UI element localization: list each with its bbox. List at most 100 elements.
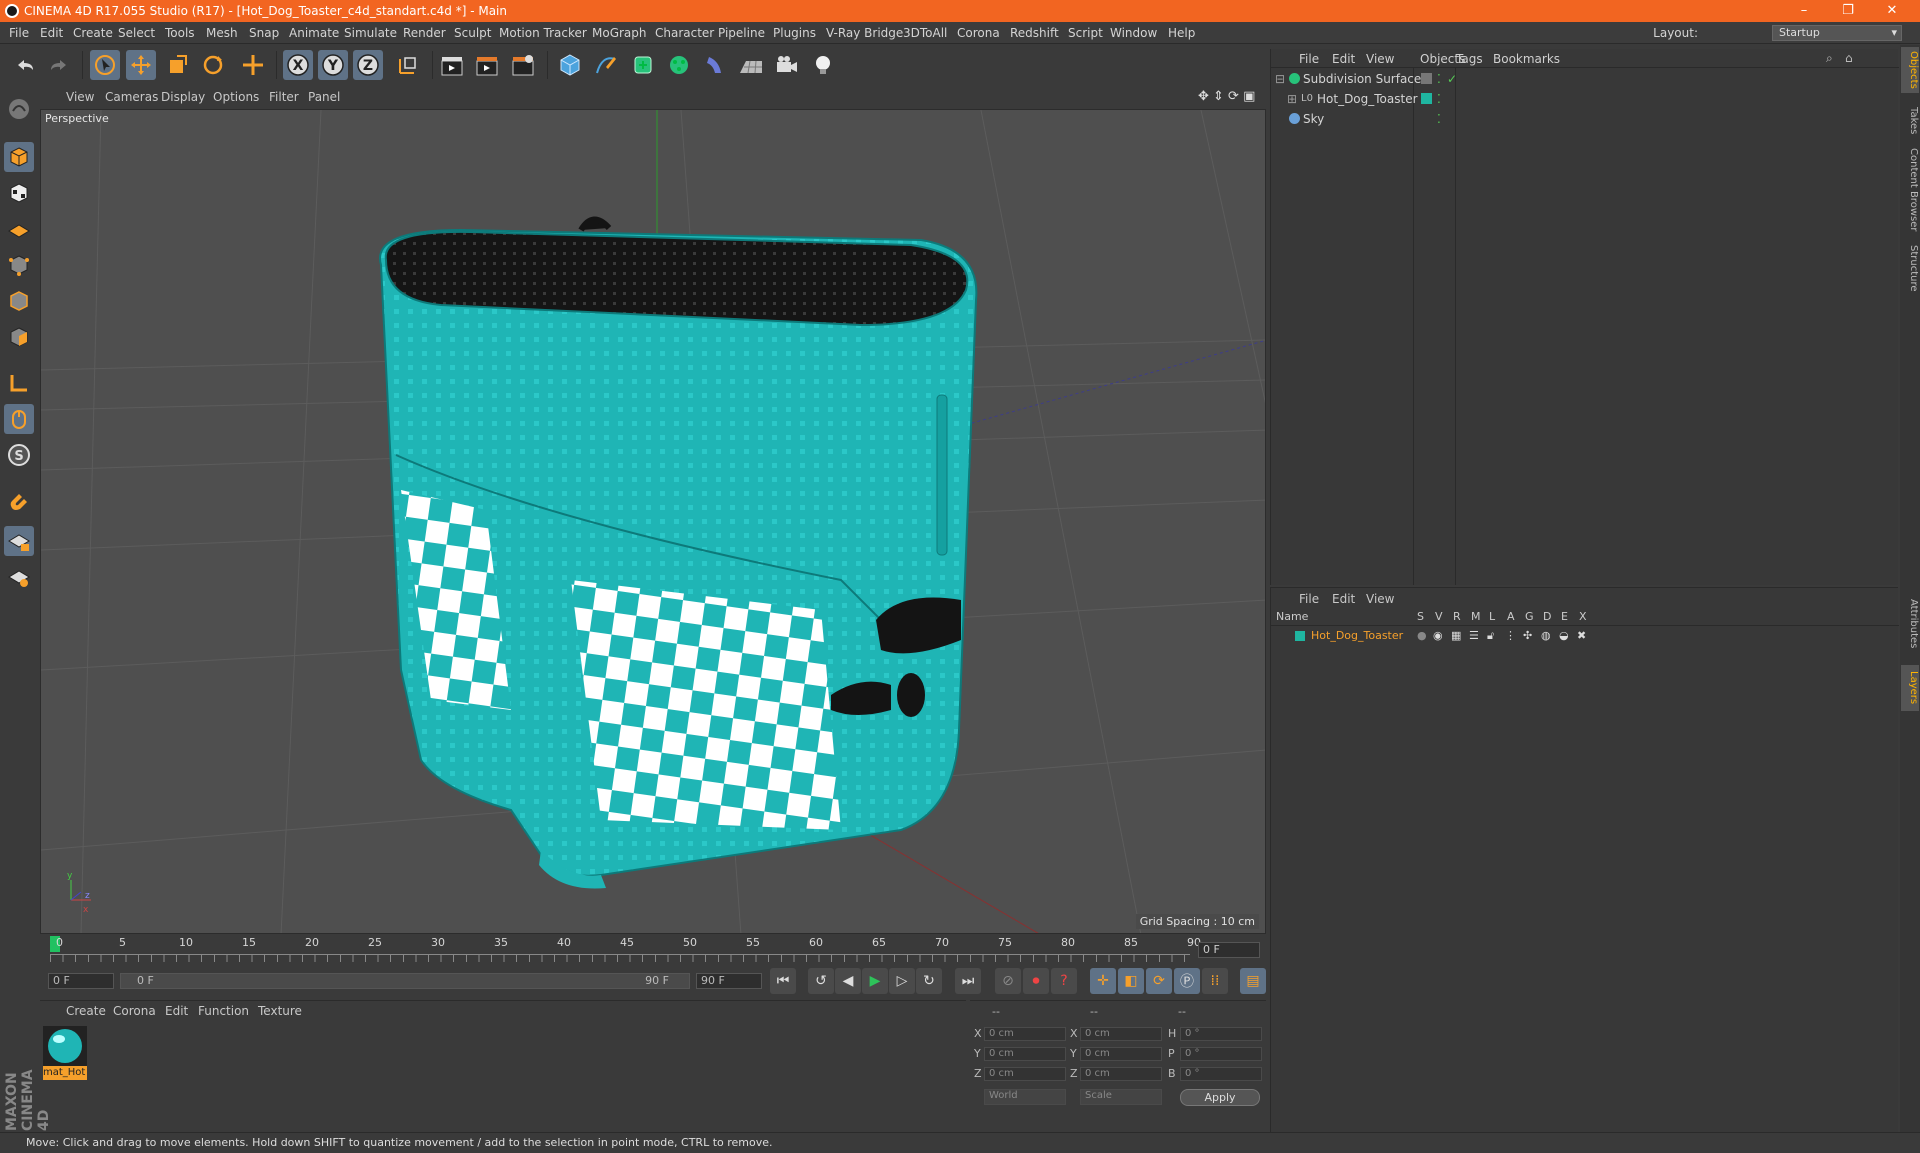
vp-menu-display[interactable]: Display [161, 87, 205, 108]
locked-workplane-button[interactable] [4, 526, 34, 556]
tab-layers[interactable]: Layers [1901, 665, 1919, 711]
menu-character[interactable]: Character [655, 22, 714, 44]
layer-row[interactable]: Hot_Dog_Toaster ● ◉ ▦ ☰ 🔓︎ ⋮ ✣ ◍ ◒ ✖ [1271, 628, 1899, 644]
lock-icon[interactable]: 🔓︎ [1487, 628, 1494, 644]
snapping-button[interactable] [4, 486, 34, 516]
redo-button[interactable] [44, 50, 74, 80]
vp-menu-options[interactable]: Options [213, 87, 259, 108]
col-view[interactable]: V [1435, 610, 1443, 623]
om-menu-file[interactable]: File [1299, 52, 1319, 66]
y-axis-lock[interactable]: Y [318, 50, 348, 80]
menu-tools[interactable]: Tools [165, 22, 195, 44]
home-icon[interactable]: ⌂ [1845, 51, 1853, 65]
frame-ruler[interactable]: 0 5 10 15 20 25 30 35 40 45 50 55 60 65 … [50, 936, 1210, 964]
rot-h-field[interactable]: 0 ° [1180, 1027, 1262, 1041]
rot-b-field[interactable]: 0 ° [1180, 1067, 1262, 1081]
eye-icon[interactable]: ◉ [1433, 628, 1443, 644]
coordinate-system-button[interactable] [393, 50, 423, 80]
om-menu-edit[interactable]: Edit [1332, 52, 1355, 66]
pos-x-field[interactable]: 0 cm [984, 1027, 1066, 1041]
col-lock[interactable]: L [1489, 610, 1495, 623]
menu-plugins[interactable]: Plugins [773, 22, 816, 44]
start-frame-field[interactable]: 0 F [48, 973, 114, 989]
visibility-dots-icon[interactable]: ⁚ [1437, 70, 1441, 88]
vp-menu-cameras[interactable]: Cameras [105, 87, 158, 108]
make-editable-button[interactable] [4, 94, 34, 124]
menu-window[interactable]: Window [1110, 22, 1157, 44]
om-menu-view[interactable]: View [1366, 52, 1394, 66]
menu-snap[interactable]: Snap [249, 22, 279, 44]
close-button[interactable]: ✕ [1870, 0, 1914, 22]
z-axis-lock[interactable]: Z [353, 50, 383, 80]
undo-button[interactable] [10, 50, 40, 80]
add-spline-button[interactable] [591, 50, 621, 80]
material-thumbnail[interactable]: mat_Hot [43, 1026, 87, 1080]
visibility-dots-icon[interactable]: ⁚ [1437, 90, 1441, 108]
key-scale-button[interactable]: ◧ [1118, 968, 1144, 994]
menu-redshift[interactable]: Redshift [1010, 22, 1059, 44]
apply-button[interactable]: Apply [1180, 1089, 1260, 1106]
mat-menu-edit[interactable]: Edit [165, 1004, 188, 1018]
pos-y-field[interactable]: 0 cm [984, 1047, 1066, 1061]
size-y-field[interactable]: 0 cm [1080, 1047, 1162, 1061]
lm-menu-view[interactable]: View [1366, 592, 1394, 606]
minimize-button[interactable]: – [1782, 0, 1826, 22]
menu-help[interactable]: Help [1168, 22, 1195, 44]
key-position-button[interactable]: ✛ [1090, 968, 1116, 994]
mat-menu-create[interactable]: Create [66, 1004, 106, 1018]
perspective-viewport[interactable]: y zx Perspective Grid Spacing : 10 cm [40, 109, 1266, 934]
layer-swatch[interactable] [1421, 73, 1432, 84]
solo-dot-icon[interactable]: ● [1417, 628, 1427, 644]
menu-mesh[interactable]: Mesh [206, 22, 238, 44]
menu-vray-bridge[interactable]: V-Ray Bridge [826, 22, 903, 44]
menu-file[interactable]: File [9, 22, 29, 44]
col-generators[interactable]: G [1525, 610, 1534, 623]
object-row-hot-dog-toaster[interactable]: ⊞ L0 Hot_Dog_Toaster ⁚ [1275, 90, 1895, 108]
col-render[interactable]: R [1453, 610, 1461, 623]
menu-select[interactable]: Select [118, 22, 155, 44]
manager-list-icon[interactable]: ☰ [1469, 628, 1479, 644]
recent-tool[interactable] [238, 50, 268, 80]
key-parameter-button[interactable]: Ⓟ [1174, 968, 1200, 994]
add-camera-button[interactable] [772, 50, 802, 80]
axis-mode-button[interactable] [4, 368, 34, 398]
timeline-window-button[interactable]: ▤ [1240, 968, 1266, 994]
col-expressions[interactable]: E [1561, 610, 1568, 623]
menu-sculpt[interactable]: Sculpt [454, 22, 491, 44]
layer-color-swatch[interactable] [1295, 631, 1305, 641]
vp-menu-panel[interactable]: Panel [308, 87, 340, 108]
menu-3dtoall[interactable]: 3DToAll [903, 22, 947, 44]
tab-attributes[interactable]: Attributes [1901, 589, 1919, 659]
col-name[interactable]: Name [1276, 610, 1308, 623]
texture-mode-button[interactable] [4, 178, 34, 208]
move-tool[interactable] [126, 50, 156, 80]
om-menu-bookmarks[interactable]: Bookmarks [1493, 52, 1560, 66]
add-cube-button[interactable] [555, 50, 585, 80]
model-mode-button[interactable] [4, 142, 34, 172]
add-light-button[interactable] [808, 50, 838, 80]
rot-p-field[interactable]: 0 ° [1180, 1047, 1262, 1061]
tab-structure[interactable]: Structure [1901, 241, 1919, 295]
size-mode-dropdown[interactable]: Scale [1080, 1089, 1162, 1105]
mat-menu-texture[interactable]: Texture [258, 1004, 302, 1018]
mat-menu-function[interactable]: Function [198, 1004, 249, 1018]
viewport-nav-icons[interactable]: ✥ ⇕ ⟳ ▣ [1198, 89, 1255, 104]
tab-takes[interactable]: Takes [1901, 103, 1919, 139]
render-clapper-icon[interactable]: ▦ [1451, 628, 1461, 644]
keyframe-selection-button[interactable]: ? [1051, 968, 1077, 994]
tab-objects[interactable]: Objects [1901, 47, 1919, 93]
frame-range-slider[interactable]: 0 F 90 F [120, 973, 690, 989]
expression-icon[interactable]: ◒ [1559, 628, 1569, 644]
previous-frame-button[interactable]: ◀ [835, 968, 861, 994]
maximize-button[interactable]: ❐ [1826, 0, 1870, 22]
autokey-button[interactable]: ⏺ [1023, 968, 1049, 994]
om-menu-tags[interactable]: Tags [1456, 52, 1483, 66]
workplane-mode-button[interactable] [4, 214, 34, 244]
pos-z-field[interactable]: 0 cm [984, 1067, 1066, 1081]
key-point-level-button[interactable]: ⁞⁞ [1202, 968, 1228, 994]
planar-workplane-button[interactable] [4, 562, 34, 592]
checkmark-icon[interactable]: ✓ [1447, 70, 1457, 88]
edges-mode-button[interactable] [4, 286, 34, 316]
collapse-icon[interactable]: ⊟ [1275, 70, 1285, 88]
solo-mode-button[interactable]: S [4, 440, 34, 470]
